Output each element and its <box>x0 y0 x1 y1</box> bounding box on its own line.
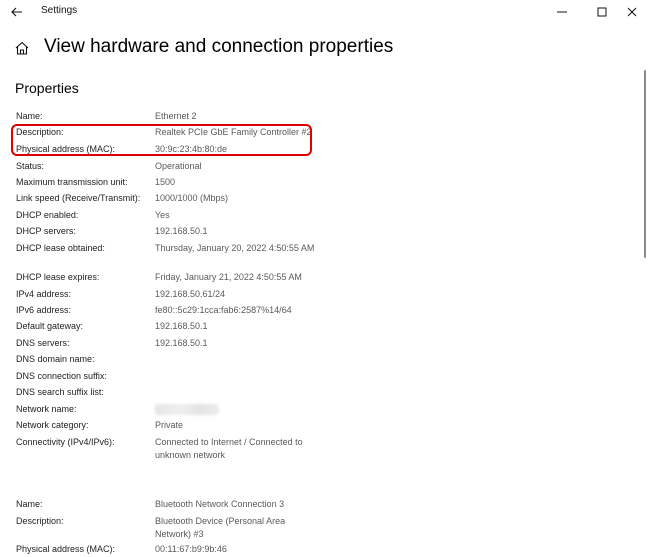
property-label: IPv4 address: <box>16 289 72 299</box>
property-value: 1000/1000 (Mbps) <box>155 193 229 203</box>
home-icon <box>14 40 30 56</box>
property-value: 1500 <box>155 177 176 187</box>
back-arrow-icon <box>11 7 22 17</box>
property-label: Link speed (Receive/Transmit): <box>16 193 141 203</box>
property-label: IPv6 address: <box>16 305 72 315</box>
property-value: Private <box>155 420 184 430</box>
property-value: Ethernet 2 <box>155 111 197 121</box>
highlight-box <box>11 124 312 156</box>
minimize-icon <box>557 11 567 13</box>
property-value: 192.168.50.61/24 <box>155 289 226 299</box>
property-label: Name: <box>16 499 43 509</box>
property-label: Physical address (MAC): <box>16 544 116 554</box>
property-value: 00:11:67:b9:9b:46 <box>155 544 227 554</box>
property-value: 192.168.50.1 <box>155 226 208 236</box>
property-value: Yes <box>155 210 170 220</box>
property-label: Connectivity (IPv4/IPv6): <box>16 437 115 447</box>
property-label: DNS servers: <box>16 338 70 348</box>
redacted-network-name <box>155 404 219 415</box>
property-label: DNS search suffix list: <box>16 387 104 397</box>
property-value: Bluetooth Device (Personal Area Network)… <box>155 516 286 539</box>
property-label: Network name: <box>16 404 77 414</box>
property-value: fe80::5c29:1cca:fab6:2587%14/64 <box>155 305 292 315</box>
property-label: Default gateway: <box>16 321 84 331</box>
property-value: Thursday, January 20, 2022 4:50:55 AM <box>155 243 315 253</box>
property-value: 192.168.50.1 <box>155 338 208 348</box>
property-value: Bluetooth Network Connection 3 <box>155 499 285 509</box>
property-label: Maximum transmission unit: <box>16 177 128 187</box>
property-label: DHCP servers: <box>16 226 76 236</box>
property-label: DNS domain name: <box>16 354 95 364</box>
property-value: 192.168.50.1 <box>155 321 208 331</box>
title-bar: Settings <box>0 0 648 24</box>
property-value: Connected to Internet / Connected to unk… <box>155 437 303 460</box>
close-button[interactable] <box>622 2 642 22</box>
close-icon <box>627 7 637 17</box>
property-label: DNS connection suffix: <box>16 371 107 381</box>
property-label: DHCP lease expires: <box>16 272 100 282</box>
page-title: View hardware and connection properties <box>44 36 394 57</box>
app-title: Settings <box>41 5 78 16</box>
maximize-button[interactable] <box>592 2 612 22</box>
property-label: Status: <box>16 161 45 171</box>
property-value: Operational <box>155 161 202 171</box>
scrollbar-thumb[interactable] <box>644 70 646 258</box>
property-label: Description: <box>16 516 64 526</box>
back-button[interactable] <box>8 3 26 21</box>
property-label: Name: <box>16 111 43 121</box>
minimize-button[interactable] <box>552 2 572 22</box>
property-value: Friday, January 21, 2022 4:50:55 AM <box>155 272 302 282</box>
property-label: Network category: <box>16 420 89 430</box>
property-label: DHCP enabled: <box>16 210 79 220</box>
section-heading: Properties <box>15 80 79 96</box>
property-label: DHCP lease obtained: <box>16 243 105 253</box>
maximize-icon <box>597 7 607 17</box>
